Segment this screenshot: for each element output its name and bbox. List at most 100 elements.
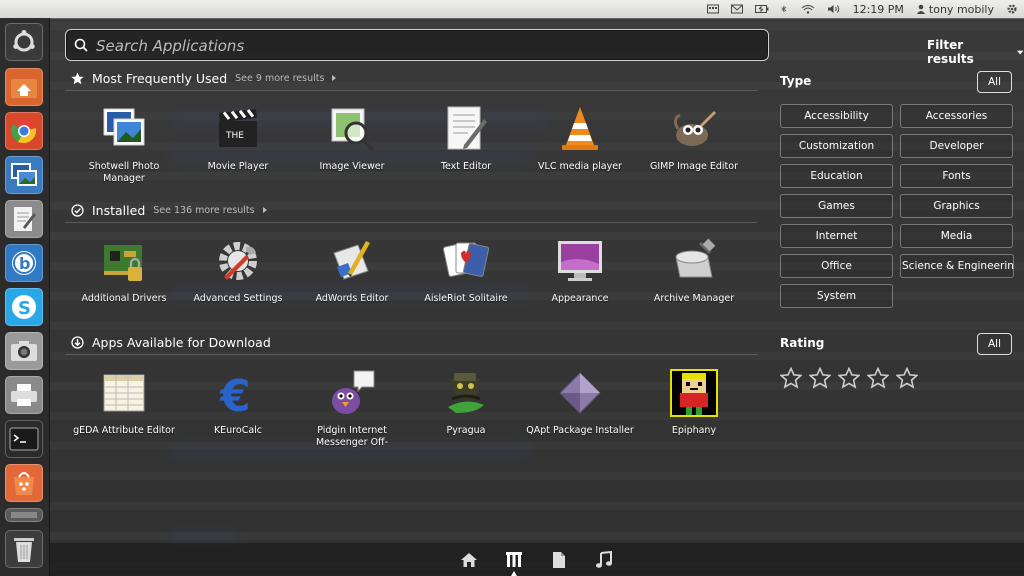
app-label: AdWords Editor (315, 293, 389, 304)
app-keurocalc[interactable]: € KEuroCalc (183, 369, 293, 469)
app-qapt-package-installer[interactable]: QApt Package Installer (525, 369, 635, 469)
shotwell-icon (11, 163, 37, 186)
filter-type-office[interactable]: Office (780, 254, 893, 278)
app-vlc[interactable]: VLC media player (525, 105, 635, 205)
pyragua-icon (448, 373, 484, 413)
filter-type-accessibility[interactable]: Accessibility (780, 104, 893, 128)
app-gimp[interactable]: GIMP Image Editor (639, 105, 749, 205)
settings-gear-icon (219, 242, 257, 280)
active-lens-indicator (511, 571, 517, 576)
filter-type-customization[interactable]: Customization (780, 134, 893, 158)
filter-type-system[interactable]: System (780, 284, 893, 308)
star-icon[interactable] (867, 367, 889, 389)
shotwell-icon (103, 108, 145, 146)
app-text-editor[interactable]: Text Editor (411, 105, 521, 205)
app-aisleriot[interactable]: AisleRiot Solitaire (411, 237, 521, 337)
app-movie-player[interactable]: THE Movie Player (183, 105, 293, 205)
filter-type-games[interactable]: Games (780, 194, 893, 218)
app-pyragua[interactable]: Pyragua (411, 369, 521, 469)
network-indicator[interactable] (795, 0, 821, 18)
category-most-frequently-used: Most Frequently Used See 9 more results (71, 68, 338, 88)
filter-results-toggle[interactable]: Filter results (927, 38, 1024, 66)
app-label: Pyragua (446, 425, 486, 436)
star-icon[interactable] (780, 367, 802, 389)
search-input[interactable] (94, 33, 758, 59)
launcher-terminal[interactable] (5, 420, 43, 458)
text-editor-icon (14, 207, 36, 231)
filter-type-graphics[interactable]: Graphics (900, 194, 1013, 218)
filter-type-developer[interactable]: Developer (900, 134, 1013, 158)
vlc-cone-icon (562, 107, 598, 150)
filter-type-accessories[interactable]: Accessories (900, 104, 1013, 128)
messaging-indicator[interactable] (725, 0, 749, 18)
bluetooth-indicator[interactable] (775, 0, 795, 18)
app-label: Advanced Settings (193, 293, 283, 304)
battery-icon (754, 5, 769, 13)
filter-type-internet[interactable]: Internet (780, 224, 893, 248)
bluetooth-b-icon: b (12, 251, 36, 275)
svg-text:THE: THE (225, 131, 244, 141)
filter-type-education[interactable]: Education (780, 164, 893, 188)
star-icon[interactable] (896, 367, 918, 389)
app-shotwell[interactable]: Shotwell Photo Manager (69, 105, 179, 205)
category-title: Installed (92, 202, 146, 218)
launcher-chrome[interactable] (5, 112, 43, 150)
filter-rating-all-button[interactable]: All (977, 333, 1012, 355)
clock[interactable]: 12:19 PM (847, 0, 910, 18)
terminal-icon (9, 427, 39, 451)
app-additional-drivers[interactable]: Additional Drivers (69, 237, 179, 337)
launcher-printer[interactable] (5, 376, 43, 414)
image-viewer-icon (331, 108, 375, 152)
app-archive-manager[interactable]: Archive Manager (639, 237, 749, 337)
download-circle-icon (71, 335, 84, 349)
star-icon[interactable] (838, 367, 860, 389)
app-adwords-editor[interactable]: AdWords Editor (297, 237, 407, 337)
package-icon (559, 372, 601, 414)
launcher-home-folder[interactable] (5, 68, 43, 106)
filter-type-media[interactable]: Media (900, 224, 1013, 248)
session-menu[interactable] (1000, 0, 1024, 18)
app-label: GIMP Image Editor (650, 161, 738, 172)
app-image-viewer[interactable]: Image Viewer (297, 105, 407, 205)
user-menu[interactable]: tony mobily (910, 0, 1000, 18)
see-more-link[interactable]: See 9 more results (235, 73, 324, 84)
app-label: VLC media player (538, 161, 622, 172)
launcher-shotwell[interactable] (5, 156, 43, 194)
see-more-link[interactable]: See 136 more results (153, 205, 254, 216)
user-icon (916, 4, 926, 14)
filter-type-all-button[interactable]: All (977, 71, 1012, 93)
files-icon[interactable] (550, 551, 568, 569)
launcher-camera[interactable] (5, 332, 43, 370)
launcher-software-center[interactable] (5, 464, 43, 502)
app-appearance[interactable]: Appearance (525, 237, 635, 337)
camera-icon (11, 341, 37, 361)
music-icon[interactable] (595, 551, 613, 569)
app-advanced-settings[interactable]: Advanced Settings (183, 237, 293, 337)
keyboard-indicator[interactable] (701, 0, 725, 18)
filter-rating-title: Rating (780, 336, 825, 350)
applications-icon[interactable] (505, 551, 523, 569)
archive-icon (675, 238, 716, 278)
playing-cards-icon (442, 242, 490, 277)
home-icon[interactable] (460, 551, 478, 569)
launcher-bluetooth-app[interactable]: b (5, 244, 43, 282)
launcher-trash[interactable] (5, 530, 43, 568)
star-icon[interactable] (809, 367, 831, 389)
launcher-skype[interactable]: S (5, 288, 43, 326)
launcher: b S (0, 18, 50, 576)
launcher-workspace-switcher[interactable] (5, 508, 43, 522)
app-epiphany[interactable]: Epiphany (639, 369, 749, 469)
app-pidgin[interactable]: Pidgin Internet Messenger Off- (297, 369, 407, 469)
filter-results-label: Filter results (927, 38, 974, 66)
app-label: Text Editor (440, 161, 492, 172)
filter-type-science-engineering[interactable]: Science & Engineering (900, 254, 1014, 278)
category-divider (65, 222, 757, 223)
app-label: QApt Package Installer (526, 425, 634, 436)
launcher-text-editor[interactable] (5, 200, 43, 238)
top-panel: 12:19 PM tony mobily (0, 0, 1024, 18)
launcher-dash-button[interactable] (5, 23, 43, 61)
app-geda-attribute-editor[interactable]: gEDA Attribute Editor (69, 369, 179, 469)
sound-indicator[interactable] (821, 0, 847, 18)
filter-type-fonts[interactable]: Fonts (900, 164, 1013, 188)
battery-indicator[interactable] (749, 0, 775, 18)
